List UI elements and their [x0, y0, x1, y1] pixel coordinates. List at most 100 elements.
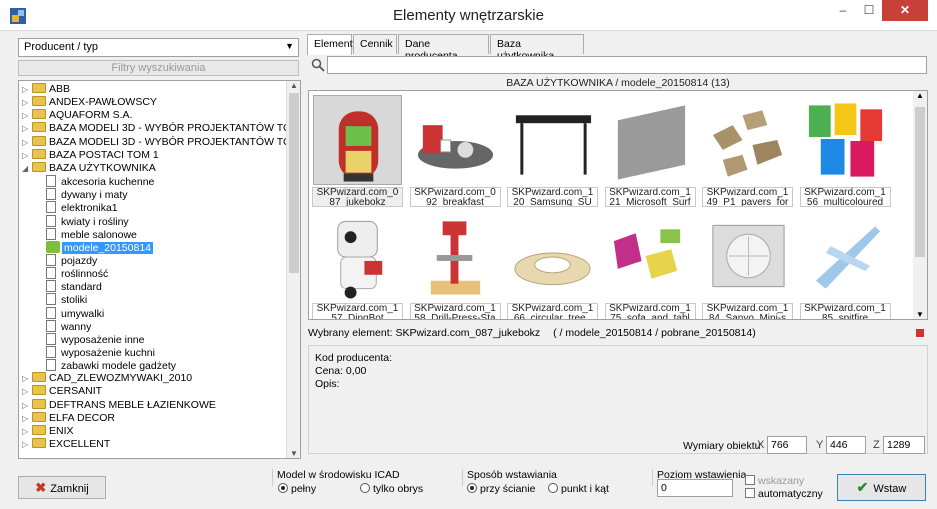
tree-item[interactable]: ▷ BAZA MODELI 3D - WYBÓR PROJEKTANTÓW TOM…: [22, 122, 300, 135]
radio-pelny[interactable]: pełny: [278, 483, 316, 495]
grid-scrollbar[interactable]: ▲ ▼: [913, 91, 927, 319]
checkbox-automatyczny[interactable]: automatyczny: [745, 488, 823, 500]
tree-item[interactable]: ▷ BAZA MODELI 3D - WYBÓR PROJEKTANTÓW TOM…: [22, 135, 300, 149]
tree-item[interactable]: elektronika1: [36, 201, 118, 214]
tab-cennik[interactable]: Cennik: [353, 34, 397, 54]
producer-tree[interactable]: ▷ ABB ▷ ANDEX-PAWŁOWSCY ▷ AQUAFORM S.A. ▷ BAZA …: [18, 80, 301, 459]
collapsed-arrow-icon[interactable]: ▷: [22, 109, 32, 122]
collapsed-arrow-icon[interactable]: ▷: [22, 149, 32, 162]
tree-item[interactable]: wanny: [36, 319, 91, 333]
tree-scrollbar[interactable]: ▲ ▼: [286, 81, 300, 458]
dim-y-label: Y: [816, 439, 824, 451]
tab-dane-producenta[interactable]: Dane producenta: [398, 34, 489, 62]
tree-item[interactable]: umywalki: [36, 306, 104, 320]
tree-item[interactable]: ▷ ELFA DECOR: [22, 411, 115, 425]
dim-x-input[interactable]: [767, 436, 807, 454]
tab-elementy[interactable]: Elementy: [307, 34, 358, 55]
tree-item[interactable]: ▷ CERSANIT: [22, 385, 102, 398]
collapsed-arrow-icon[interactable]: ▷: [22, 438, 32, 451]
search-filters-button[interactable]: Filtry wyszukiwania: [18, 60, 299, 76]
collapsed-arrow-icon[interactable]: ▷: [22, 385, 32, 398]
tree-item[interactable]: pojazdy: [36, 253, 97, 267]
collapsed-arrow-icon[interactable]: ▷: [22, 372, 32, 385]
scroll-thumb[interactable]: [289, 93, 299, 273]
tree-item[interactable]: ▷ EXCELLENT: [22, 438, 110, 451]
dim-z-input[interactable]: [883, 436, 925, 454]
tree-item[interactable]: roślinność: [36, 267, 108, 280]
tree-item[interactable]: meble salonowe: [36, 227, 137, 241]
checkbox-wskazany[interactable]: wskazany: [745, 475, 804, 487]
tree-item[interactable]: ▷ ABB: [22, 83, 70, 96]
collapsed-arrow-icon[interactable]: ▷: [22, 83, 32, 96]
collapsed-arrow-icon[interactable]: ▷: [22, 136, 32, 149]
model-tile[interactable]: SKPwizard.com_1 49_P1_pavers_for: [701, 93, 794, 207]
scroll-down-icon[interactable]: ▼: [287, 449, 300, 458]
tree-item[interactable]: modele_20150814: [36, 240, 153, 254]
model-tile[interactable]: SKPwizard.com_1 84_Sanyo_Mini-s: [701, 209, 794, 319]
dim-y-input[interactable]: [826, 436, 866, 454]
folder-icon: [32, 161, 46, 172]
radio-tylko-obrys[interactable]: tylko obrys: [360, 483, 423, 495]
producer-type-select[interactable]: Producent / typ ▼: [18, 38, 299, 57]
collapsed-arrow-icon[interactable]: ▷: [22, 96, 32, 109]
tree-item[interactable]: dywany i maty: [36, 188, 128, 201]
tree-item-label: akcesoria kuchenne: [61, 176, 155, 189]
tree-item[interactable]: stoliki: [36, 293, 87, 306]
document-icon: [46, 214, 56, 227]
flag-icon[interactable]: [916, 329, 924, 337]
tree-item[interactable]: ▷ ENIX: [22, 424, 74, 438]
model-tile[interactable]: SKPwizard.com_1 56_multicoloured: [799, 93, 892, 207]
scroll-up-icon[interactable]: ▲: [913, 91, 927, 100]
collapsed-arrow-icon[interactable]: ▷: [22, 122, 32, 135]
expanded-arrow-icon[interactable]: ◢: [22, 162, 32, 175]
tree-item[interactable]: akcesoria kuchenne: [36, 175, 154, 188]
tree-item[interactable]: ▷ DEFTRANS MEBLE ŁAZIENKOWE: [22, 398, 216, 412]
model-tile[interactable]: SKPwizard.com_1 21_Microsoft_Surf: [604, 93, 697, 207]
collapsed-arrow-icon[interactable]: ▷: [22, 412, 32, 425]
maximize-button[interactable]: ☐: [856, 0, 882, 21]
model-tile[interactable]: SKPwizard.com_0 87_jukebokz: [311, 93, 404, 207]
scroll-thumb[interactable]: [915, 107, 925, 257]
close-window-button[interactable]: ✕: [882, 0, 928, 21]
tree-item[interactable]: wyposażenie kuchni: [36, 346, 155, 359]
document-icon: [46, 253, 56, 266]
tree-item[interactable]: zabawki modele gadżety: [36, 359, 176, 372]
model-grid[interactable]: SKPwizard.com_0 87_jukebokz SKPwizard.com_…: [308, 90, 928, 320]
scroll-up-icon[interactable]: ▲: [287, 81, 300, 90]
collapsed-arrow-icon[interactable]: ▷: [22, 399, 32, 412]
insert-button[interactable]: ✔ Wstaw: [837, 474, 926, 501]
model-tile[interactable]: SKPwizard.com_1 57_DingBot: [311, 209, 404, 319]
caption-line2: 75_sofa_and_tabl: [610, 313, 690, 320]
radio-punkt-i-kat[interactable]: punkt i kąt: [548, 483, 609, 495]
tree-item-label: wyposażenie inne: [61, 333, 145, 346]
tree-item-label: elektronika1: [61, 202, 118, 215]
radio-przy-scianie[interactable]: przy ścianie: [467, 483, 535, 495]
tree-item[interactable]: ▷ AQUAFORM S.A.: [22, 109, 132, 122]
chevron-down-icon: ▼: [285, 41, 294, 51]
model-tile[interactable]: SKPwizard.com_1 66_circular_tree_: [506, 209, 599, 320]
model-tile[interactable]: SKPwizard.com_0 92_breakfast: [409, 93, 502, 207]
model-tile[interactable]: SKPwizard.com_1 75_sofa_and_tabl: [604, 209, 697, 320]
tab-baza-uzytkownika[interactable]: Baza użytkownika: [490, 34, 584, 62]
radio-off-icon: [360, 483, 370, 493]
tree-item[interactable]: wyposażenie inne: [36, 332, 145, 346]
insert-level-input[interactable]: [657, 479, 733, 497]
tree-item[interactable]: ▷ BAZA POSTACI TOM 1: [22, 148, 159, 162]
checkbox-icon: [745, 488, 755, 498]
model-tile[interactable]: SKPwizard.com_1 58_Drill-Press-Sta: [409, 209, 502, 319]
minimize-button[interactable]: –: [830, 0, 856, 21]
tree-item[interactable]: standard: [36, 280, 102, 293]
model-tile[interactable]: SKPwizard.com_1 85_spitfire: [799, 209, 892, 319]
collapsed-arrow-icon[interactable]: ▷: [22, 425, 32, 438]
model-tile[interactable]: SKPwizard.com_1 20_Samsung_SU: [506, 93, 599, 207]
close-button[interactable]: ✖ Zamknij: [18, 476, 106, 499]
tree-item[interactable]: ▷ CAD_ZLEWOZMYWAKI_2010: [22, 372, 192, 385]
caption-line2: 66_circular_tree_: [513, 313, 592, 320]
tree-item[interactable]: ▷ ANDEX-PAWŁOWSCY: [22, 96, 157, 109]
tree-item[interactable]: kwiaty i rośliny: [36, 214, 129, 228]
search-input[interactable]: [327, 56, 927, 74]
tree-item-label: kwiaty i rośliny: [61, 215, 129, 228]
tree-item[interactable]: ◢ BAZA UŻYTKOWNIKA: [22, 161, 156, 175]
airplane-icon: [801, 211, 890, 301]
scroll-down-icon[interactable]: ▼: [913, 310, 927, 319]
